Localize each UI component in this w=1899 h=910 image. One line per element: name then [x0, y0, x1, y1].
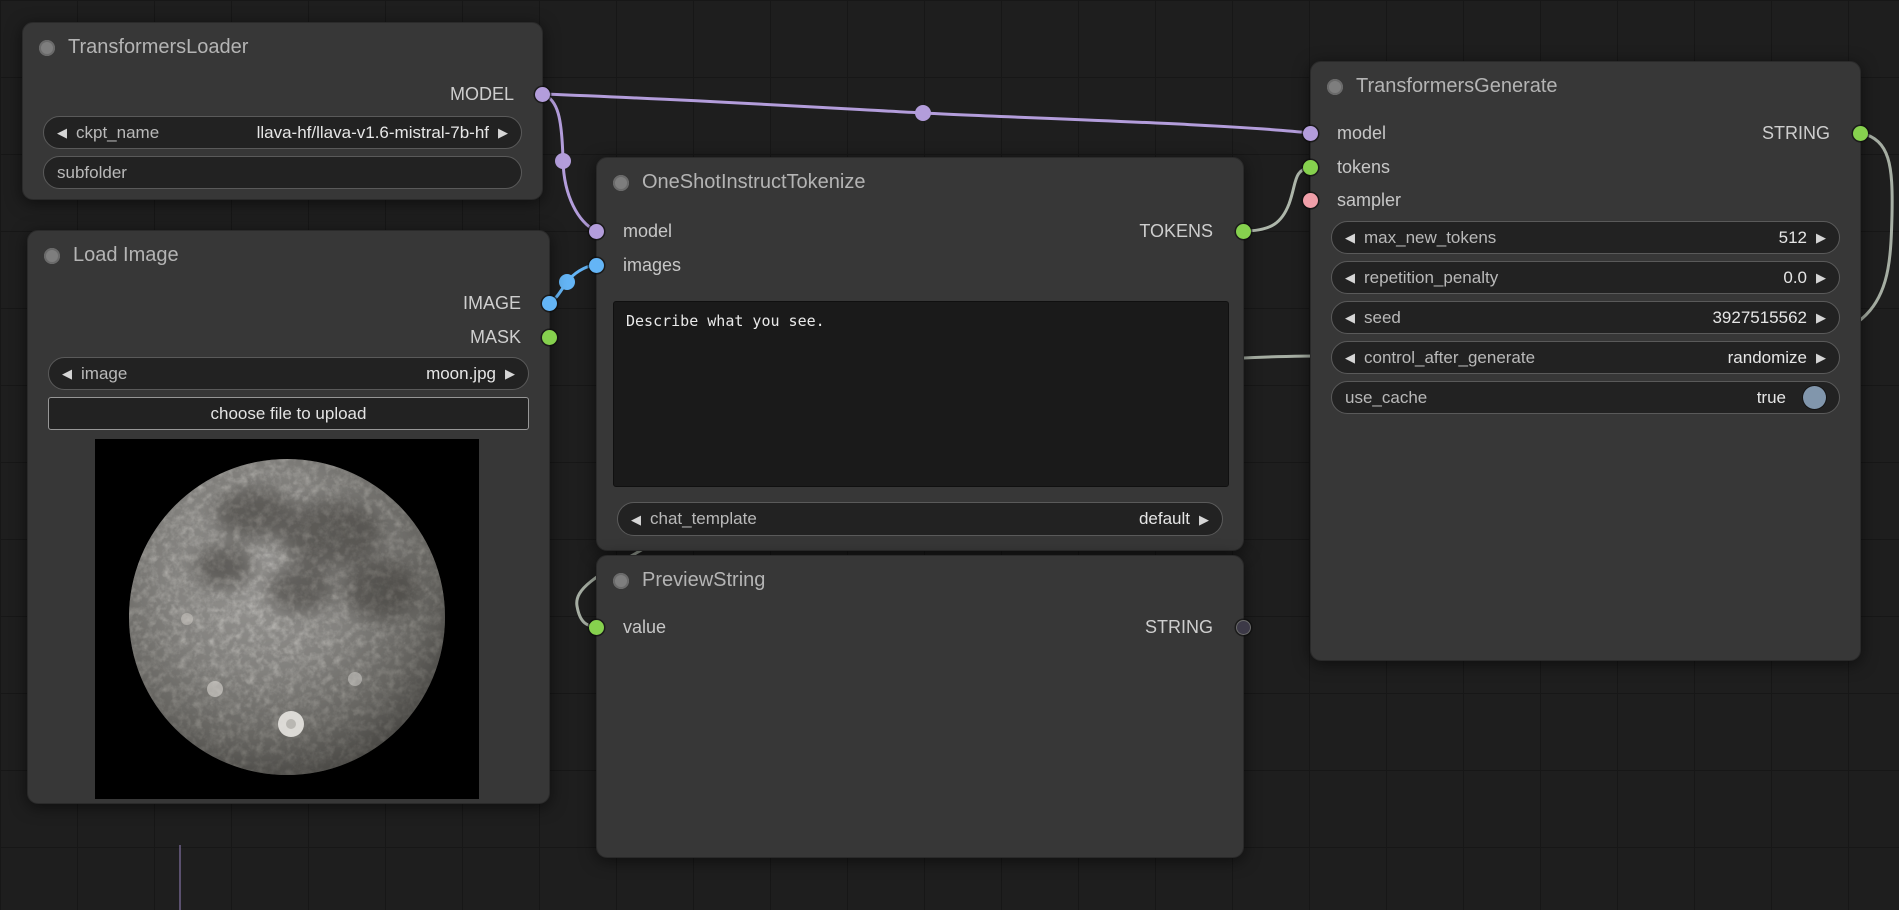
widget-value: randomize [1728, 348, 1807, 368]
output-label-mask: MASK [470, 327, 521, 348]
output-port-string[interactable] [1853, 126, 1868, 141]
node-title: PreviewString [642, 569, 765, 592]
output-port-tokens[interactable] [1236, 224, 1251, 239]
node-title: OneShotInstructTokenize [642, 171, 865, 194]
seed-widget[interactable]: ◀ seed 3927515562 ▶ [1331, 301, 1840, 334]
input-label-model: model [623, 221, 672, 242]
repetition-penalty-widget[interactable]: ◀ repetition_penalty 0.0 ▶ [1331, 261, 1840, 294]
input-port-sampler[interactable] [1303, 193, 1318, 208]
widget-label: ckpt_name [76, 123, 159, 143]
widget-label: repetition_penalty [1364, 268, 1498, 288]
next-arrow-icon[interactable]: ▶ [505, 367, 515, 380]
node-load-image[interactable]: Load Image IMAGE MASK ◀ image moon.jpg ▶… [27, 230, 550, 804]
widget-value: true [1757, 388, 1786, 408]
input-port-images[interactable] [589, 258, 604, 273]
output-label-string: STRING [1762, 123, 1830, 144]
widget-label: subfolder [57, 163, 127, 183]
prev-arrow-icon[interactable]: ◀ [62, 367, 72, 380]
widget-label: seed [1364, 308, 1401, 328]
node-preview-string[interactable]: PreviewString value STRING [596, 555, 1244, 858]
output-label-tokens: TOKENS [1139, 221, 1213, 242]
control-after-generate-widget[interactable]: ◀ control_after_generate randomize ▶ [1331, 341, 1840, 374]
increment-arrow-icon[interactable]: ▶ [1816, 271, 1826, 284]
input-port-model[interactable] [589, 224, 604, 239]
moon-image [95, 439, 479, 799]
output-port-image[interactable] [542, 296, 557, 311]
node-oneshot-instruct-tokenize[interactable]: OneShotInstructTokenize model images TOK… [596, 157, 1244, 551]
widget-label: use_cache [1345, 388, 1427, 408]
widget-value: default [1139, 509, 1190, 529]
next-arrow-icon[interactable]: ▶ [498, 126, 508, 139]
output-port-model[interactable] [535, 87, 550, 102]
input-port-model[interactable] [1303, 126, 1318, 141]
wire-tokens-to-tokens[interactable] [1244, 167, 1310, 231]
widget-value: 512 [1779, 228, 1807, 248]
prev-arrow-icon[interactable]: ◀ [631, 513, 641, 526]
node-transformers-loader[interactable]: TransformersLoader MODEL ◀ ckpt_name lla… [22, 22, 543, 200]
decrement-arrow-icon[interactable]: ◀ [1345, 271, 1355, 284]
widget-value: 0.0 [1783, 268, 1807, 288]
increment-arrow-icon[interactable]: ▶ [1816, 231, 1826, 244]
output-label-model: MODEL [450, 84, 514, 105]
widget-label: image [81, 364, 127, 384]
reroute-dot[interactable] [555, 153, 571, 169]
chat-template-widget[interactable]: ◀ chat_template default ▶ [617, 502, 1223, 536]
prev-arrow-icon[interactable]: ◀ [57, 126, 67, 139]
widget-label: max_new_tokens [1364, 228, 1496, 248]
node-graph-canvas[interactable]: TransformersLoader MODEL ◀ ckpt_name lla… [0, 0, 1899, 910]
input-port-tokens[interactable] [1303, 160, 1318, 175]
image-select-widget[interactable]: ◀ image moon.jpg ▶ [48, 357, 529, 390]
widget-value: moon.jpg [426, 364, 496, 384]
decrement-arrow-icon[interactable]: ◀ [1345, 231, 1355, 244]
widget-value: 3927515562 [1712, 308, 1807, 328]
input-port-value[interactable] [589, 620, 604, 635]
reroute-dot[interactable] [915, 105, 931, 121]
node-title-bar: TransformersLoader [39, 36, 248, 59]
next-arrow-icon[interactable]: ▶ [1816, 351, 1826, 364]
collapse-dot-icon[interactable] [1327, 79, 1343, 95]
node-title: TransformersGenerate [1356, 75, 1558, 98]
node-title: TransformersLoader [68, 36, 248, 59]
node-title-bar: TransformersGenerate [1327, 75, 1558, 98]
input-label-images: images [623, 255, 681, 276]
max-new-tokens-widget[interactable]: ◀ max_new_tokens 512 ▶ [1331, 221, 1840, 254]
prev-arrow-icon[interactable]: ◀ [1345, 351, 1355, 364]
node-title-bar: OneShotInstructTokenize [613, 171, 865, 194]
ckpt-name-widget[interactable]: ◀ ckpt_name llava-hf/llava-v1.6-mistral-… [43, 116, 522, 149]
reroute-dot[interactable] [559, 274, 575, 290]
collapse-dot-icon[interactable] [613, 573, 629, 589]
widget-label: chat_template [650, 509, 757, 529]
increment-arrow-icon[interactable]: ▶ [1816, 311, 1826, 324]
choose-file-button[interactable]: choose file to upload [48, 397, 529, 430]
input-label-tokens: tokens [1337, 157, 1390, 178]
collapse-dot-icon[interactable] [613, 175, 629, 191]
output-port-mask[interactable] [542, 330, 557, 345]
output-label-string: STRING [1145, 617, 1213, 638]
output-port-string[interactable] [1236, 620, 1251, 635]
use-cache-widget[interactable]: use_cache true [1331, 381, 1840, 414]
input-label-sampler: sampler [1337, 190, 1401, 211]
collapse-dot-icon[interactable] [44, 248, 60, 264]
collapse-dot-icon[interactable] [39, 40, 55, 56]
node-title-bar: Load Image [44, 244, 179, 267]
prompt-textarea[interactable]: Describe what you see. [613, 301, 1229, 487]
subfolder-widget[interactable]: subfolder [43, 156, 522, 189]
widget-label: control_after_generate [1364, 348, 1535, 368]
input-label-model: model [1337, 123, 1386, 144]
widget-value: llava-hf/llava-v1.6-mistral-7b-hf [257, 123, 489, 143]
node-title: Load Image [73, 244, 179, 267]
node-transformers-generate[interactable]: TransformersGenerate model STRING tokens… [1310, 61, 1861, 661]
node-title-bar: PreviewString [613, 569, 765, 592]
next-arrow-icon[interactable]: ▶ [1199, 513, 1209, 526]
use-cache-toggle[interactable] [1803, 386, 1826, 409]
image-preview [95, 439, 479, 799]
decrement-arrow-icon[interactable]: ◀ [1345, 311, 1355, 324]
output-label-image: IMAGE [463, 293, 521, 314]
input-label-value: value [623, 617, 666, 638]
